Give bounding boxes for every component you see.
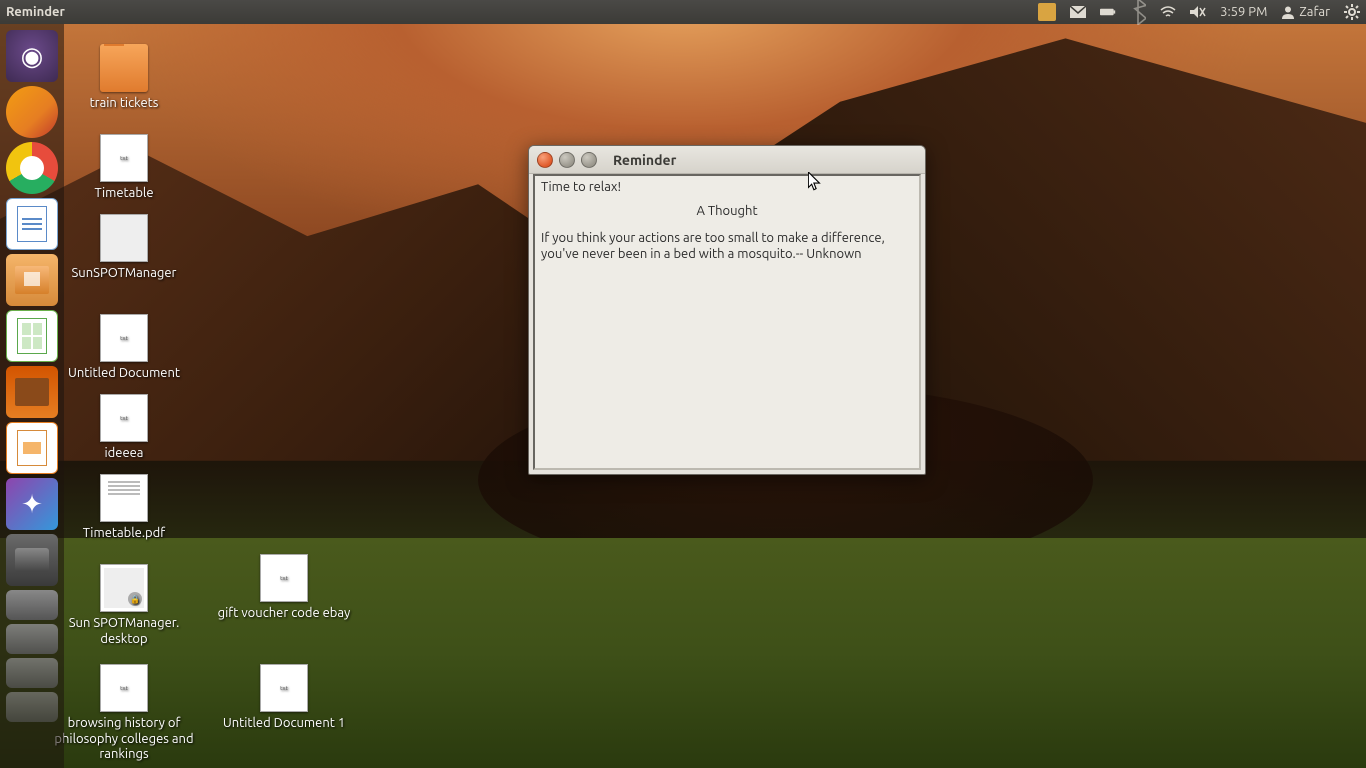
window-title: Reminder (613, 152, 676, 168)
cursor-icon (808, 172, 822, 192)
launcher-chromium[interactable] (6, 142, 58, 194)
maximize-icon[interactable] (581, 152, 597, 168)
desktop-icon-label: Untitled Document 1 (223, 716, 345, 732)
close-icon[interactable] (537, 152, 553, 168)
reminder-heading: A Thought (541, 204, 913, 218)
titlebar[interactable]: Reminder (529, 146, 925, 174)
desktop-icon[interactable]: Timetable.pdf (49, 474, 199, 542)
desktop-icon-label: Timetable (94, 186, 153, 202)
desktop-icon[interactable]: txtTimetable (49, 134, 199, 202)
launcher-stacked-2[interactable] (6, 658, 58, 688)
launcher: ◉✦ (0, 24, 64, 768)
launcher-system[interactable] (6, 534, 58, 586)
battery-icon[interactable] (1100, 4, 1116, 20)
desktop-icon-label: ideeea (105, 446, 144, 462)
launcher-stacked-1[interactable] (6, 624, 58, 654)
desktop-icon[interactable]: SunSPOTManager (49, 214, 199, 282)
desktop-icon[interactable]: txtgift voucher code ebay (209, 554, 359, 622)
launcher-calc[interactable] (6, 310, 58, 362)
bluetooth-icon[interactable] (1130, 4, 1146, 20)
top-panel: Reminder 3:59 PM Zafar (0, 0, 1366, 24)
volume-mute-icon[interactable] (1190, 4, 1206, 20)
desktop-icon-label: Timetable.pdf (83, 526, 165, 542)
desktop-icon-label: browsing history of philosophy colleges … (54, 716, 194, 763)
desktop-icon[interactable]: train tickets (49, 44, 199, 112)
desktop-icon-label: Untitled Document (68, 366, 180, 382)
launcher-files[interactable] (6, 254, 58, 306)
gear-icon[interactable] (1344, 4, 1360, 20)
user-menu[interactable]: Zafar (1281, 5, 1330, 19)
user-name: Zafar (1299, 5, 1330, 19)
reminder-line1: Time to relax! (541, 180, 913, 194)
desktop-icon[interactable]: txtbrowsing history of philosophy colleg… (49, 664, 199, 763)
reminder-window: Reminder Time to relax! A Thought If you… (528, 145, 926, 475)
desktop-icon-label: train tickets (90, 96, 159, 112)
launcher-star[interactable]: ✦ (6, 478, 58, 530)
desktop-icon-label: gift voucher code ebay (218, 606, 351, 622)
launcher-impress[interactable] (6, 422, 58, 474)
window-body: Time to relax! A Thought If you think yo… (533, 174, 921, 470)
wifi-icon[interactable] (1160, 4, 1176, 20)
desktop-icon-label: SunSPOTManager (71, 266, 176, 282)
launcher-dash[interactable]: ◉ (6, 30, 58, 82)
launcher-firefox[interactable] (6, 86, 58, 138)
launcher-writer[interactable] (6, 198, 58, 250)
active-app-title: Reminder (6, 5, 65, 19)
desktop-icon[interactable]: txtideeea (49, 394, 199, 462)
desktop-icon[interactable]: 🔒Sun SPOTManager. desktop (49, 564, 199, 647)
minimize-icon[interactable] (559, 152, 575, 168)
reminder-quote: If you think your actions are too small … (541, 230, 913, 263)
desktop-icon[interactable]: txtUntitled Document (49, 314, 199, 382)
desktop-icon-label: Sun SPOTManager. desktop (54, 616, 194, 647)
launcher-software[interactable] (6, 366, 58, 418)
launcher-stacked-0[interactable] (6, 590, 58, 620)
indicator-caution-icon[interactable] (1038, 3, 1056, 21)
desktop-icon[interactable]: txtUntitled Document 1 (209, 664, 359, 732)
mail-icon[interactable] (1070, 4, 1086, 20)
launcher-stacked-3[interactable] (6, 692, 58, 722)
clock[interactable]: 3:59 PM (1220, 5, 1267, 19)
